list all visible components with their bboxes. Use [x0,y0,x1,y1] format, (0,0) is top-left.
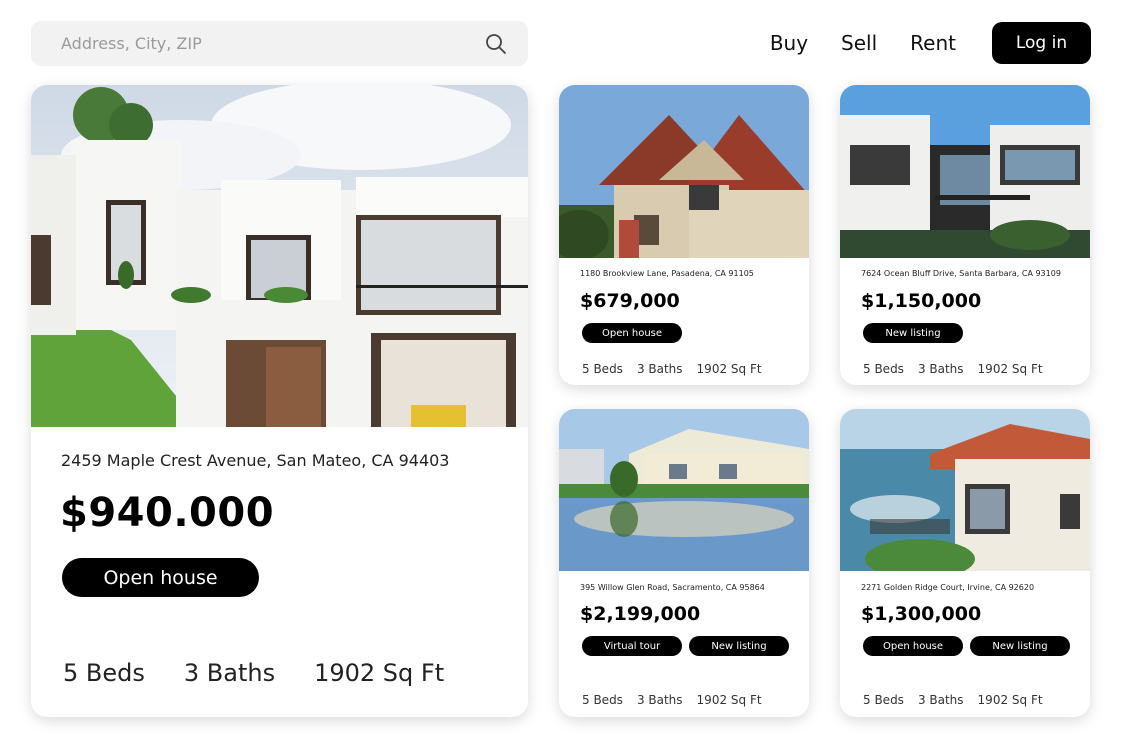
listing-tags: Virtual tour New listing [582,636,796,656]
listing-tags: New listing [863,323,970,343]
search-input[interactable] [61,34,484,53]
listing-price: $2,199,000 [580,603,701,625]
listing-card[interactable]: 395 Willow Glen Road, Sacramento, CA 958… [559,409,809,717]
baths-count: 3 Baths [636,693,683,707]
listing-address: 2459 Maple Crest Avenue, San Mateo, CA 9… [61,451,450,470]
search-bar[interactable] [31,21,528,66]
baths-count: 3 Baths [917,693,964,707]
listing-stats: 5 Beds 3 Baths 1902 Sq Ft [863,362,1057,376]
new-listing-badge[interactable]: New listing [863,323,963,343]
listing-price: $1,150,000 [861,290,982,312]
baths-count: 3 Baths [917,362,964,376]
featured-house-photo[interactable] [31,85,528,427]
open-house-badge[interactable]: Open house [582,323,682,343]
listing-address: 7624 Ocean Bluff Drive, Santa Barbara, C… [861,269,1061,278]
nav-sell[interactable]: Sell [841,31,877,55]
featured-listing-card[interactable]: 2459 Maple Crest Avenue, San Mateo, CA 9… [31,85,528,717]
sqft-value: 1902 Sq Ft [314,659,445,687]
open-house-badge[interactable]: Open house [863,636,963,656]
listing-stats: 5 Beds 3 Baths 1902 Sq Ft [582,362,776,376]
listing-price: $1,300,000 [861,603,982,625]
beds-count: 5 Beds [63,659,145,687]
house-photo[interactable] [559,85,809,258]
beds-count: 5 Beds [582,693,623,707]
baths-count: 3 Baths [183,659,276,687]
main-nav: Buy Sell Rent Log in [770,22,1091,64]
listing-card[interactable]: 7624 Ocean Bluff Drive, Santa Barbara, C… [840,85,1090,385]
house-photo[interactable] [840,409,1090,571]
listing-stats: 5 Beds 3 Baths 1902 Sq Ft [63,659,483,687]
listing-tags: Open house New listing [863,636,1077,656]
listing-tags: Open house [582,323,689,343]
search-icon[interactable] [484,32,508,56]
sqft-value: 1902 Sq Ft [977,693,1043,707]
new-listing-badge[interactable]: New listing [970,636,1070,656]
listing-card[interactable]: 1180 Brookview Lane, Pasadena, CA 91105 … [559,85,809,385]
sqft-value: 1902 Sq Ft [696,693,762,707]
listing-address: 395 Willow Glen Road, Sacramento, CA 958… [580,583,765,592]
listing-stats: 5 Beds 3 Baths 1902 Sq Ft [863,693,1057,707]
nav-buy[interactable]: Buy [770,31,808,55]
sqft-value: 1902 Sq Ft [696,362,762,376]
virtual-tour-badge[interactable]: Virtual tour [582,636,682,656]
beds-count: 5 Beds [863,362,904,376]
listing-stats: 5 Beds 3 Baths 1902 Sq Ft [582,693,776,707]
house-photo[interactable] [559,409,809,571]
baths-count: 3 Baths [636,362,683,376]
sqft-value: 1902 Sq Ft [977,362,1043,376]
login-button[interactable]: Log in [992,22,1091,64]
new-listing-badge[interactable]: New listing [689,636,789,656]
nav-rent[interactable]: Rent [910,31,956,55]
listing-card[interactable]: 2271 Golden Ridge Court, Irvine, CA 9262… [840,409,1090,717]
listing-address: 1180 Brookview Lane, Pasadena, CA 91105 [580,269,754,278]
beds-count: 5 Beds [863,693,904,707]
beds-count: 5 Beds [582,362,623,376]
house-photo[interactable] [840,85,1090,258]
listing-price: $940.000 [60,490,275,536]
listing-address: 2271 Golden Ridge Court, Irvine, CA 9262… [861,583,1035,592]
open-house-badge[interactable]: Open house [62,558,259,597]
listing-price: $679,000 [580,290,680,312]
